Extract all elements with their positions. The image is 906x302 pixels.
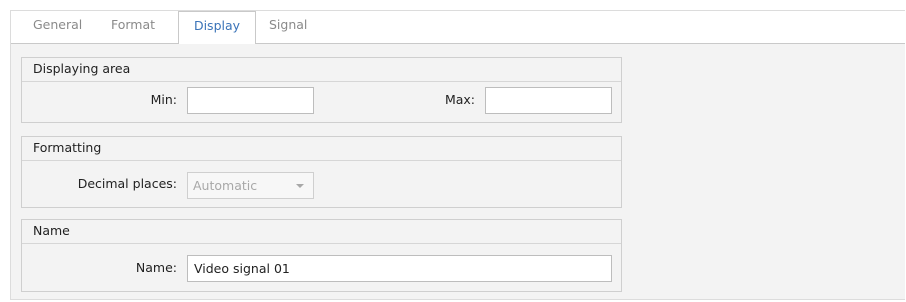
displaying-area-group: Displaying area Min: Max: — [21, 57, 622, 123]
formatting-group: Formatting Decimal places: Automatic — [21, 136, 622, 208]
properties-panel: General Format Display Signal Displaying… — [10, 10, 905, 300]
min-label: Min: — [150, 92, 177, 107]
decimal-places-label: Decimal places: — [77, 176, 177, 191]
name-input[interactable]: Video signal 01 — [187, 255, 612, 282]
decimal-places-select[interactable]: Automatic — [187, 172, 314, 199]
min-input[interactable] — [187, 87, 314, 114]
group-header-name: Name — [22, 220, 621, 244]
tab-general[interactable]: General — [25, 11, 90, 43]
group-header-displaying-area: Displaying area — [22, 58, 621, 82]
name-label: Name: — [135, 260, 177, 275]
tab-content-display: Displaying area Min: Max: Formatting Dec… — [11, 44, 905, 299]
chevron-down-icon — [296, 184, 304, 188]
name-group: Name Name: Video signal 01 — [21, 219, 622, 292]
max-input[interactable] — [485, 87, 612, 114]
tab-signal[interactable]: Signal — [261, 11, 315, 43]
tab-strip: General Format Display Signal — [11, 11, 905, 44]
tab-display[interactable]: Display — [178, 11, 256, 44]
decimal-places-value: Automatic — [193, 178, 258, 193]
tab-format[interactable]: Format — [103, 11, 163, 43]
max-label: Max: — [444, 92, 475, 107]
group-header-formatting: Formatting — [22, 137, 621, 161]
